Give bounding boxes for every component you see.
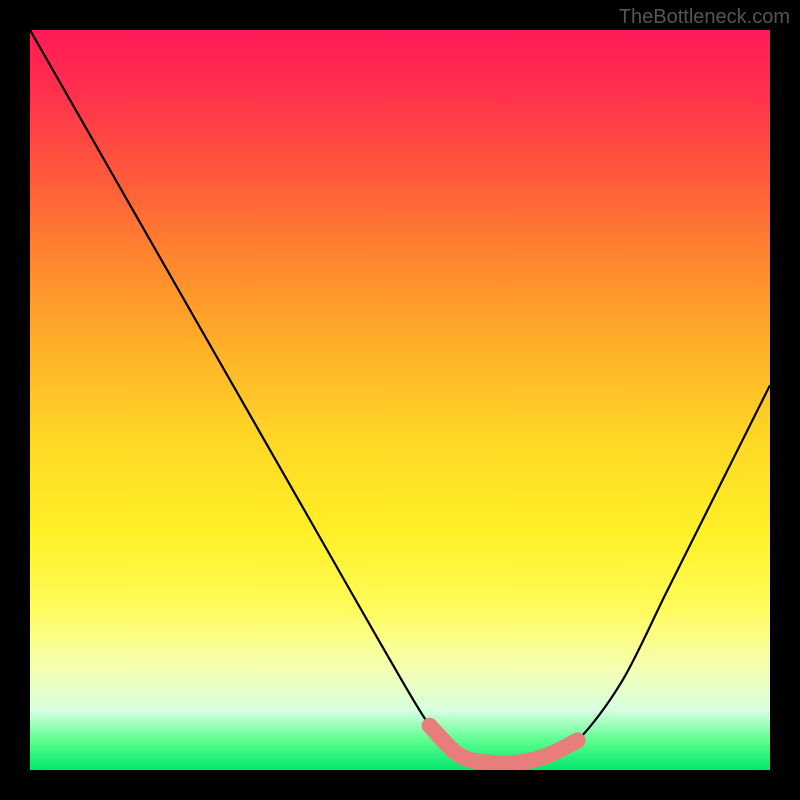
watermark-text: TheBottleneck.com [619,6,790,29]
chart-svg [30,30,770,770]
highlight-valley [430,726,578,764]
bottleneck-curve-line [30,30,770,764]
plot-area [30,30,770,770]
